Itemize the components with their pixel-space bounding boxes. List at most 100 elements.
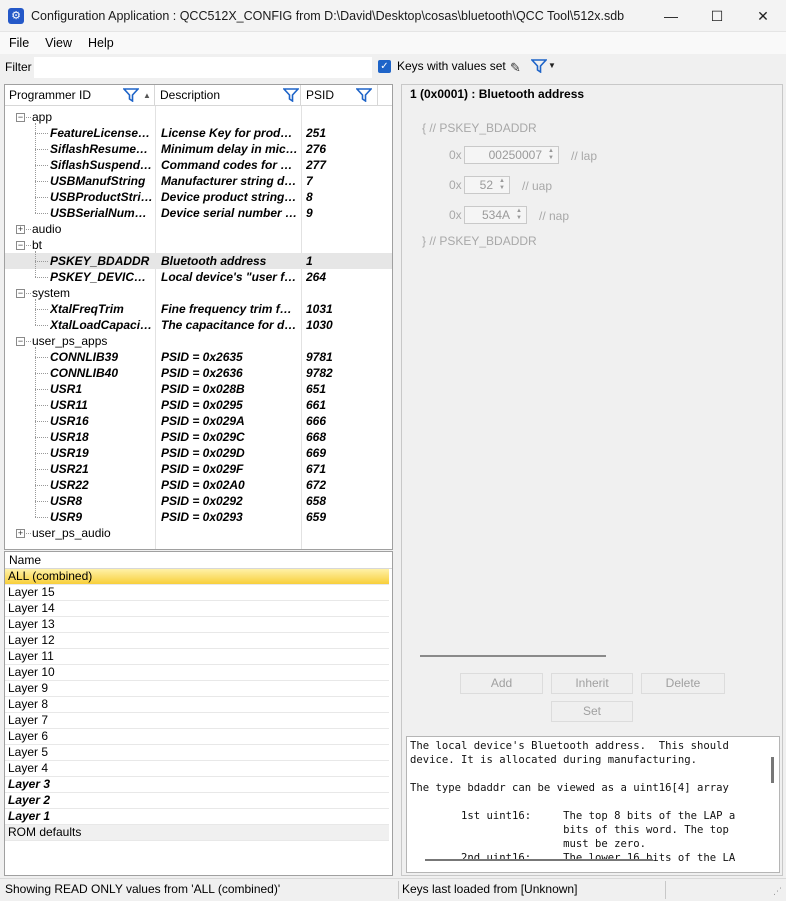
tree-row[interactable]: USBSerialNumber... Device serial number s… bbox=[5, 205, 392, 221]
spinner-arrows-icon[interactable]: ▲ ▼ bbox=[545, 148, 557, 162]
tree-key-description: The capacitance for drivin... bbox=[161, 318, 299, 332]
layer-item[interactable]: Layer 1 bbox=[5, 809, 389, 825]
sort-ascending-icon[interactable]: ▲ bbox=[143, 85, 151, 106]
window-controls: — ☐ ✕ bbox=[648, 0, 786, 32]
lap-field[interactable]: 00250007 ▲ ▼ bbox=[464, 146, 559, 164]
tree-group-bt[interactable]: − bt bbox=[5, 237, 392, 253]
tree-row[interactable]: USBProductString Device product string de… bbox=[5, 189, 392, 205]
column-psid-label: PSID bbox=[306, 88, 335, 102]
tree-row[interactable]: SiflashResumeTo... Minimum delay in micro… bbox=[5, 141, 392, 157]
layer-item[interactable]: Layer 13 bbox=[5, 617, 389, 633]
layer-item[interactable]: Layer 9 bbox=[5, 681, 389, 697]
tree-row[interactable]: CONNLIB39 PSID = 0x2635 9781 bbox=[5, 349, 392, 365]
tree-row[interactable]: XtalFreqTrim Fine frequency trim for a...… bbox=[5, 301, 392, 317]
tree-key-id: USBSerialNumber... bbox=[50, 206, 154, 220]
tree-row[interactable]: USR16 PSID = 0x029A 666 bbox=[5, 413, 392, 429]
layer-item[interactable]: Layer 10 bbox=[5, 665, 389, 681]
tree-group-user-ps-audio[interactable]: + user_ps_audio bbox=[5, 525, 392, 541]
layer-item[interactable]: ROM defaults bbox=[5, 825, 389, 841]
tree-key-description: PSID = 0x0293 bbox=[161, 510, 243, 524]
column-programmer-id[interactable]: Programmer ID ▲ bbox=[5, 85, 155, 106]
column-description[interactable]: Description bbox=[156, 85, 301, 106]
tree-group-label: user_ps_audio bbox=[32, 526, 111, 540]
column-filter-icon[interactable] bbox=[282, 88, 300, 109]
layer-item[interactable]: Layer 6 bbox=[5, 729, 389, 745]
layer-item[interactable]: Layer 7 bbox=[5, 713, 389, 729]
layer-item[interactable]: Layer 5 bbox=[5, 745, 389, 761]
menu-view[interactable]: View bbox=[36, 36, 79, 50]
resize-grip-icon[interactable]: ⋰ bbox=[773, 886, 782, 897]
column-filter-icon[interactable] bbox=[122, 88, 140, 109]
vertical-scrollbar[interactable] bbox=[771, 757, 774, 783]
collapse-icon[interactable]: − bbox=[16, 289, 25, 298]
expand-icon[interactable]: + bbox=[16, 529, 25, 538]
filter-input[interactable] bbox=[34, 57, 372, 78]
keys-with-values-label[interactable]: Keys with values set bbox=[397, 59, 506, 73]
delete-button[interactable]: Delete bbox=[641, 673, 725, 694]
chevron-down-icon[interactable]: ▼ bbox=[548, 61, 556, 70]
horizontal-scrollbar[interactable] bbox=[420, 655, 606, 657]
tree-key-psid: 9 bbox=[306, 206, 313, 220]
layer-item[interactable]: Layer 8 bbox=[5, 697, 389, 713]
tree-row[interactable]: USR18 PSID = 0x029C 668 bbox=[5, 429, 392, 445]
tree-row[interactable]: PSKEY_DEVICE_... Local device's "user fri… bbox=[5, 269, 392, 285]
tree-row[interactable]: FeatureLicenseKey License Key for product… bbox=[5, 125, 392, 141]
tree-group-user-ps-apps[interactable]: − user_ps_apps bbox=[5, 333, 392, 349]
tree-row[interactable]: SiflashSuspendRe... Command codes for wri… bbox=[5, 157, 392, 173]
key-tree-grid: Programmer ID ▲ Description PSID − app Fea… bbox=[4, 84, 393, 550]
maximize-button[interactable]: ☐ bbox=[694, 0, 740, 32]
layer-item[interactable]: Layer 14 bbox=[5, 601, 389, 617]
description-line: device. It is allocated during manufactu… bbox=[410, 754, 698, 766]
uap-field[interactable]: 52 ▲ ▼ bbox=[464, 176, 510, 194]
tree-row[interactable]: CONNLIB40 PSID = 0x2636 9782 bbox=[5, 365, 392, 381]
collapse-icon[interactable]: − bbox=[16, 113, 25, 122]
spinner-arrows-icon[interactable]: ▲ ▼ bbox=[513, 208, 525, 222]
layer-item[interactable]: Layer 15 bbox=[5, 585, 389, 601]
layer-item[interactable]: ALL (combined) bbox=[5, 569, 389, 585]
struct-close-comment: } // PSKEY_BDADDR bbox=[422, 234, 537, 248]
collapse-icon[interactable]: − bbox=[16, 337, 25, 346]
spinner-arrows-icon[interactable]: ▲ ▼ bbox=[496, 178, 508, 192]
tree-group-system[interactable]: − system bbox=[5, 285, 392, 301]
tree-row[interactable]: PSKEY_BDADDR Bluetooth address 1 bbox=[5, 253, 392, 269]
tree-group-app[interactable]: − app bbox=[5, 109, 392, 125]
tree-group-label: user_ps_apps bbox=[32, 334, 108, 348]
horizontal-scrollbar[interactable] bbox=[425, 859, 653, 861]
nap-field[interactable]: 534A ▲ ▼ bbox=[464, 206, 527, 224]
expand-icon[interactable]: + bbox=[16, 225, 25, 234]
tree-group-label: audio bbox=[32, 222, 62, 236]
close-button[interactable]: ✕ bbox=[740, 0, 786, 32]
set-button[interactable]: Set bbox=[551, 701, 633, 722]
column-filter-icon[interactable] bbox=[355, 88, 373, 109]
tree-row[interactable]: USR1 PSID = 0x028B 651 bbox=[5, 381, 392, 397]
filter-funnel-icon[interactable] bbox=[530, 59, 548, 76]
tree-row[interactable]: XtalLoadCapacitan... The capacitance for … bbox=[5, 317, 392, 333]
layers-header[interactable]: Name bbox=[5, 552, 392, 569]
tree-connector bbox=[35, 165, 48, 166]
column-psid[interactable]: PSID bbox=[302, 85, 378, 106]
tree-key-id: USR21 bbox=[50, 462, 89, 476]
eraser-icon[interactable]: ✎ bbox=[510, 60, 521, 76]
tree-connector bbox=[26, 117, 31, 118]
layer-item[interactable]: Layer 12 bbox=[5, 633, 389, 649]
tree-row[interactable]: USR8 PSID = 0x0292 658 bbox=[5, 493, 392, 509]
layer-item[interactable]: Layer 3 bbox=[5, 777, 389, 793]
menu-help[interactable]: Help bbox=[79, 36, 121, 50]
layer-item[interactable]: Layer 11 bbox=[5, 649, 389, 665]
minimize-button[interactable]: — bbox=[648, 0, 694, 32]
tree-row[interactable]: USR22 PSID = 0x02A0 672 bbox=[5, 477, 392, 493]
tree-row[interactable]: USR9 PSID = 0x0293 659 bbox=[5, 509, 392, 525]
tree-row[interactable]: USR11 PSID = 0x0295 661 bbox=[5, 397, 392, 413]
key-description-text[interactable]: The local device's Bluetooth address. Th… bbox=[406, 736, 780, 873]
collapse-icon[interactable]: − bbox=[16, 241, 25, 250]
inherit-button[interactable]: Inherit bbox=[551, 673, 633, 694]
layer-item[interactable]: Layer 2 bbox=[5, 793, 389, 809]
tree-row[interactable]: USR21 PSID = 0x029F 671 bbox=[5, 461, 392, 477]
add-button[interactable]: Add bbox=[460, 673, 543, 694]
tree-group-audio[interactable]: + audio bbox=[5, 221, 392, 237]
tree-row[interactable]: USBManufString Manufacturer string descr.… bbox=[5, 173, 392, 189]
menu-file[interactable]: File bbox=[0, 36, 36, 50]
layer-item[interactable]: Layer 4 bbox=[5, 761, 389, 777]
tree-row[interactable]: USR19 PSID = 0x029D 669 bbox=[5, 445, 392, 461]
keys-with-values-checkbox[interactable]: ✓ bbox=[378, 60, 391, 73]
